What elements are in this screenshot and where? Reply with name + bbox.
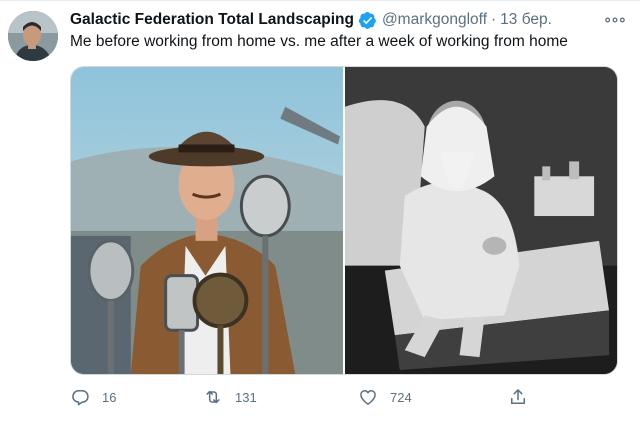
share-button[interactable]: [508, 383, 528, 411]
reply-icon: [70, 387, 90, 407]
author-avatar[interactable]: [8, 11, 58, 61]
reply-button[interactable]: 16: [70, 383, 116, 411]
media-image-right[interactable]: [345, 67, 617, 374]
heart-icon: [358, 387, 378, 407]
share-icon: [508, 387, 528, 407]
verified-badge-icon: [358, 11, 377, 30]
photo-old-bearded-man-icon: [345, 67, 617, 374]
tweet-text: Me before working from home vs. me after…: [70, 33, 568, 50]
author-handle[interactable]: @markgongloff: [382, 11, 487, 29]
tweet-header: Galactic Federation Total Landscaping @m…: [70, 9, 552, 31]
tweet-date[interactable]: 13 бер.: [500, 11, 552, 29]
more-options-icon[interactable]: [602, 10, 628, 30]
tweet-actions: 16 131 724: [58, 383, 538, 411]
photo-man-in-fedora-icon: [71, 67, 343, 374]
retweet-icon: [203, 387, 223, 407]
like-button[interactable]: 724: [358, 383, 412, 411]
tweet-card[interactable]: Galactic Federation Total Landscaping @m…: [0, 0, 640, 425]
tweet-media[interactable]: [70, 66, 618, 375]
avatar-image: [8, 11, 58, 61]
media-image-left[interactable]: [71, 67, 343, 374]
retweet-count: 131: [235, 389, 257, 405]
header-separator: ·: [491, 11, 497, 28]
author-display-name[interactable]: Galactic Federation Total Landscaping: [70, 11, 354, 29]
reply-count: 16: [102, 389, 117, 405]
retweet-button[interactable]: 131: [203, 383, 257, 411]
like-count: 724: [390, 389, 412, 405]
